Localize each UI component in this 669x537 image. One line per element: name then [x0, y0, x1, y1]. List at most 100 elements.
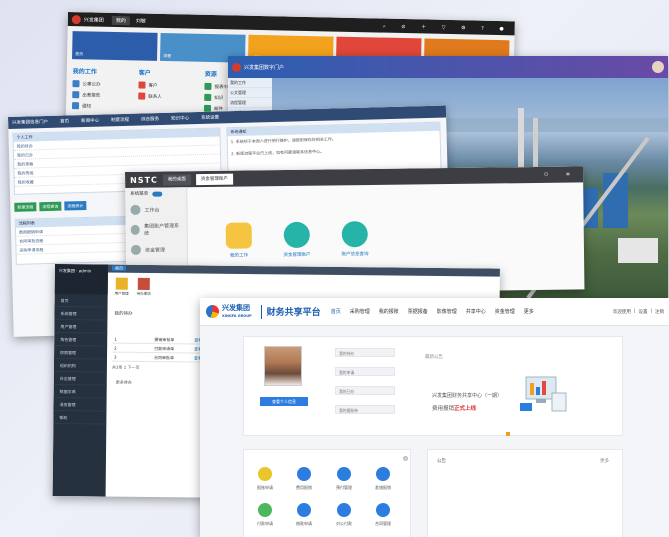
- list-item[interactable]: 采购申请流程: [16, 242, 130, 255]
- shield-icon[interactable]: [283, 221, 310, 249]
- quick-icons: 用户管理 待办事项: [115, 277, 151, 297]
- quick-label: 差旅报销: [375, 485, 391, 490]
- announcement-line[interactable]: 兴发集团财务共享中心（一期）: [432, 392, 502, 399]
- computer-illustration-icon: [520, 376, 567, 412]
- expense-icon[interactable]: [258, 467, 272, 481]
- sidebar-item[interactable]: 权限管理: [54, 345, 108, 360]
- corp-pay-icon[interactable]: [337, 503, 351, 517]
- header: 兴发集团 XINGFA GROUP 财务共享平台 首页 采购管理 我的报账 票据报…: [200, 298, 669, 326]
- sidebar-item-funds[interactable]: 资金管理: [126, 239, 187, 260]
- close-icon[interactable]: ×: [403, 456, 408, 461]
- top-bar: 兴发集团数字门户: [228, 56, 668, 78]
- menu-toggle[interactable]: 系统菜单: [125, 187, 186, 200]
- nav-item[interactable]: 知识中心: [171, 115, 189, 121]
- sidebar-item[interactable]: 用户管理: [54, 319, 108, 334]
- tab-desktop[interactable]: 我的桌面: [162, 173, 191, 186]
- nav-item[interactable]: 资金管理: [495, 308, 515, 315]
- sidebar: 兴发集团 · admin 首页 系统管理 用户管理 角色管理 权限管理 组织机构…: [52, 264, 108, 497]
- sidebar-item[interactable]: 流程管理: [228, 98, 272, 108]
- quick-label: 报账申请: [257, 485, 273, 490]
- list-item[interactable]: 通知: [71, 100, 130, 112]
- sidebar-item[interactable]: 帮助: [53, 410, 107, 425]
- info-row[interactable]: 我的待办: [335, 348, 395, 357]
- header-icons[interactable]: ⚇ ≡: [544, 171, 578, 177]
- sidebar-item[interactable]: 数据字典: [53, 384, 107, 399]
- group-logo-icon: [71, 14, 81, 24]
- sidebar-item[interactable]: 组织机构: [53, 358, 108, 373]
- view-profile-button[interactable]: 查看个人信息: [260, 397, 308, 406]
- nav-item[interactable]: 更多: [524, 308, 534, 315]
- sidebar-item[interactable]: 首页: [54, 293, 108, 308]
- finance-share-window: 兴发集团 XINGFA GROUP 财务共享平台 首页 采购管理 我的报账 票据报…: [200, 298, 669, 537]
- info-row[interactable]: 我的报账单: [335, 405, 395, 414]
- brand-name: 兴发集团 XINGFA GROUP: [222, 303, 252, 318]
- reimburse-icon[interactable]: [297, 467, 311, 481]
- shield-icon[interactable]: [341, 221, 368, 248]
- sidebar-item-accounts[interactable]: 集团账户管理系统: [126, 219, 187, 240]
- flow-list-panel: 流程列表 费用报销申请 合同审批流程 采购申请流程: [14, 215, 131, 265]
- prepay-icon[interactable]: [337, 467, 351, 481]
- welcome-text: 欢迎使用: [612, 309, 631, 315]
- payment-icon[interactable]: [258, 503, 272, 517]
- sidebar-logo: 兴发集团 · admin: [54, 264, 108, 295]
- notice-more-link[interactable]: 更多: [600, 458, 609, 464]
- contract-icon[interactable]: [376, 503, 390, 517]
- nav-item[interactable]: 首页: [60, 118, 69, 124]
- sidebar-item[interactable]: 我的工作: [228, 78, 272, 88]
- sidebar-item[interactable]: 系统管理: [54, 306, 108, 321]
- tab-home[interactable]: 首页: [111, 265, 126, 271]
- list-item[interactable]: 联系人: [138, 90, 196, 102]
- info-row[interactable]: 我的申请: [335, 367, 395, 376]
- brand-name: 兴发集团: [83, 16, 104, 24]
- nav-item[interactable]: 共享中心: [466, 308, 486, 315]
- sidebar-item[interactable]: 日志管理: [53, 371, 107, 386]
- nav-item[interactable]: 我的报账: [379, 308, 399, 315]
- menu-dropdown[interactable]: 我的: [111, 15, 130, 25]
- nav-item[interactable]: 制度流程: [111, 117, 129, 123]
- sidebar-item[interactable]: 消息管理: [53, 397, 107, 412]
- avatar: [264, 346, 302, 386]
- quick-label: 合同管理: [375, 521, 391, 526]
- avatar[interactable]: [652, 61, 664, 73]
- brand-name: 兴发集团数字门户: [244, 64, 285, 71]
- quick-icon-todo[interactable]: 待办事项: [137, 277, 151, 297]
- quick-icon-users[interactable]: 用户管理: [115, 277, 129, 297]
- tab-account[interactable]: 资金管理账户: [195, 173, 233, 185]
- quick-label: 费用报销: [296, 485, 312, 490]
- announcement-line[interactable]: 费用报销正式上线: [432, 404, 476, 412]
- more-link[interactable]: 更多待办: [116, 380, 132, 386]
- group-mywork: 我的工作 公事公办 出差报告 通知: [71, 66, 131, 112]
- info-row[interactable]: 我的已办: [335, 386, 395, 395]
- nav-item[interactable]: 票据报备: [408, 308, 428, 315]
- stats-flow-button[interactable]: 流程统计: [64, 200, 87, 211]
- logout-link[interactable]: 注销: [655, 309, 664, 315]
- new-flow-button[interactable]: 新建流程: [14, 202, 37, 212]
- quick-label: 借款申请: [296, 521, 312, 526]
- group-logo-icon: [232, 62, 241, 72]
- page-title: 兴发集团信息门户: [12, 119, 49, 126]
- tile-home[interactable]: 首页: [72, 31, 158, 61]
- shortcut-label: 我的工作: [230, 253, 249, 259]
- nav-item-home[interactable]: 首页: [331, 308, 341, 315]
- nav-item[interactable]: 新闻中心: [81, 118, 99, 124]
- travel-icon[interactable]: [376, 467, 390, 481]
- quick-label: 对公付款: [336, 521, 352, 526]
- pager[interactable]: 共3条 1 下一页: [112, 365, 140, 371]
- loan-icon[interactable]: [297, 503, 311, 517]
- toolbar-icons[interactable]: ⌕ ⊘ ＋ ▽ ⚙ ? ●: [383, 22, 511, 32]
- sidebar-item[interactable]: 角色管理: [54, 332, 108, 347]
- nav-item[interactable]: 采购管理: [350, 308, 370, 315]
- user-name[interactable]: 刘敏: [136, 17, 146, 24]
- settings-link[interactable]: 设置: [638, 309, 647, 315]
- nav-item[interactable]: 影像管理: [437, 308, 457, 315]
- sidebar-item[interactable]: 公文管理: [228, 88, 272, 98]
- divider: [260, 304, 262, 319]
- announcement-title: 最新公告: [425, 355, 443, 360]
- my-work-icon[interactable]: [225, 222, 252, 249]
- nav-item[interactable]: 综合服务: [141, 116, 159, 122]
- header-links: 欢迎使用 | 设置 | 注销: [612, 308, 664, 315]
- carousel-dot[interactable]: [506, 432, 510, 436]
- query-flow-button[interactable]: 流程查询: [39, 201, 62, 212]
- nav-item[interactable]: 系统设置: [201, 114, 219, 120]
- sidebar-item-workbench[interactable]: 工作台: [125, 199, 186, 220]
